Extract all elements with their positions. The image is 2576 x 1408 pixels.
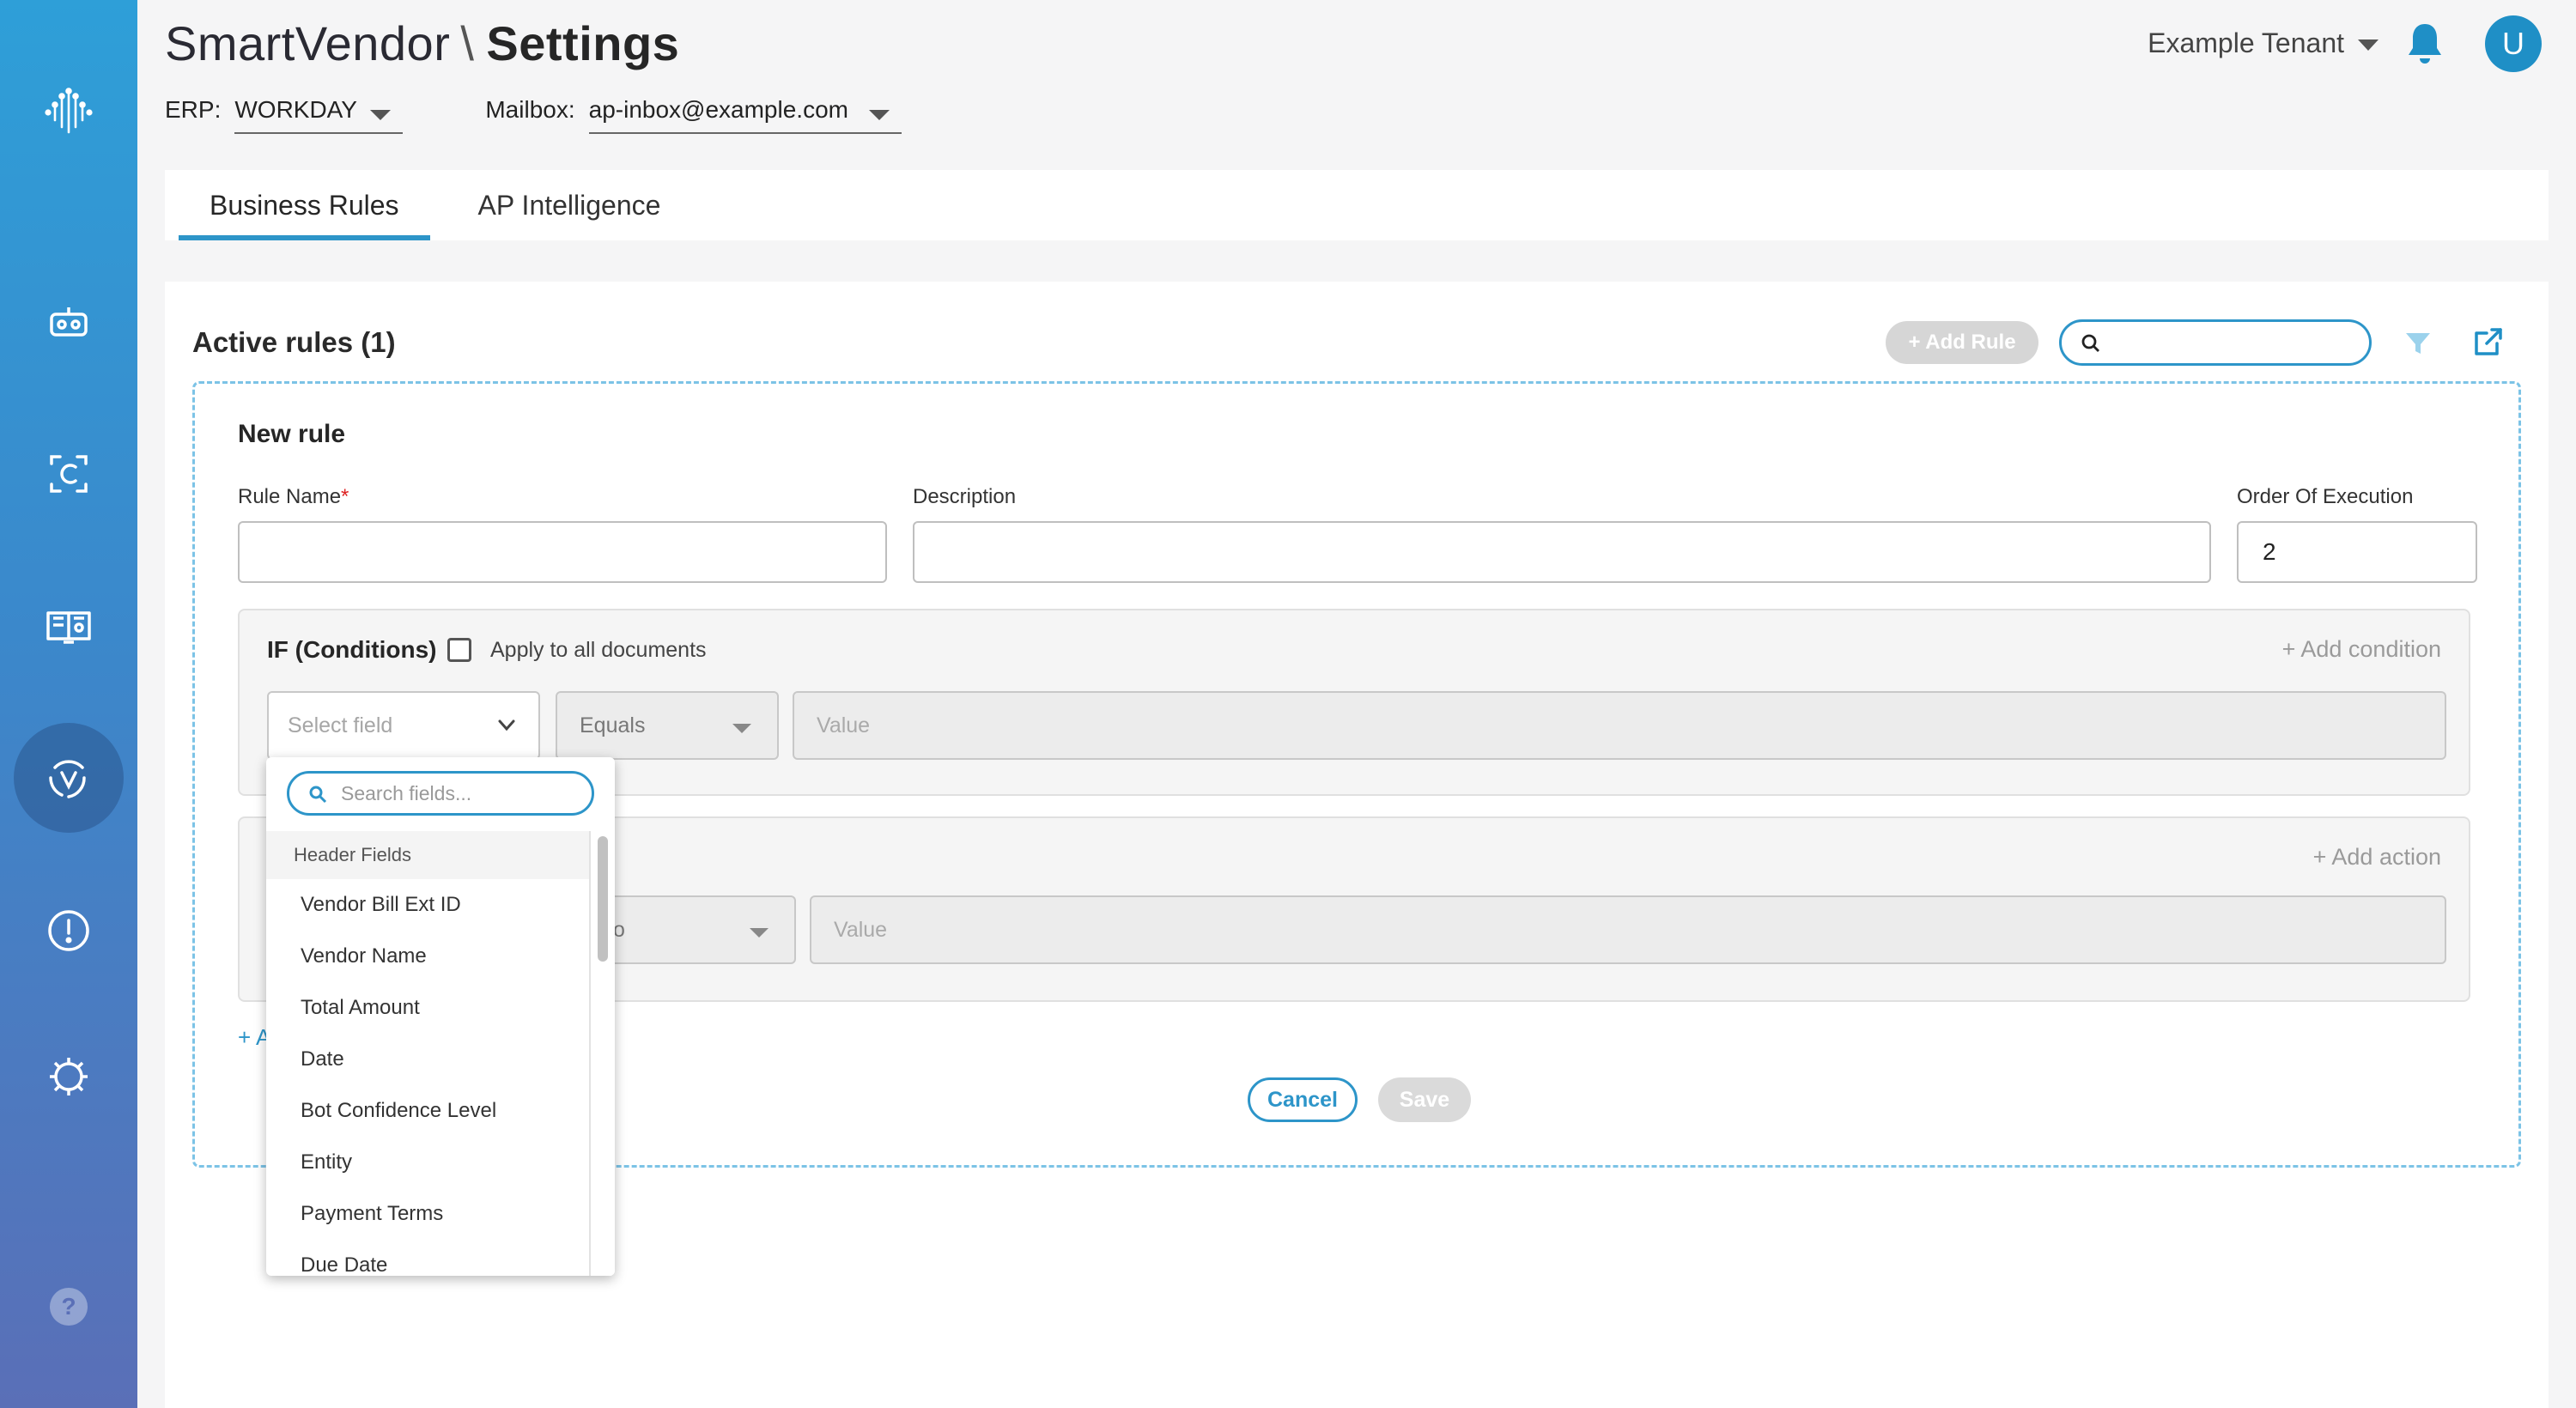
erp-value: WORKDAY: [234, 96, 357, 123]
field-option-vendor-name[interactable]: Vendor Name: [266, 931, 589, 982]
erp-select[interactable]: WORKDAY: [234, 96, 404, 134]
chevron-down-icon: [498, 719, 515, 731]
field-search-input[interactable]: Search fields...: [287, 771, 594, 816]
rule-name-label: Rule Name*: [238, 485, 349, 509]
help-icon[interactable]: ?: [48, 1286, 89, 1327]
tab-ap-intelligence[interactable]: AP Intelligence: [447, 170, 692, 240]
mailbox-value: ap-inbox@example.com: [588, 96, 848, 123]
add-action-link[interactable]: + Add action: [2313, 844, 2441, 871]
dropdown-scrollbar-thumb[interactable]: [598, 836, 608, 962]
gear-icon[interactable]: [14, 1022, 124, 1132]
select-field-dropdown[interactable]: Select field: [267, 691, 540, 760]
app-name: SmartVendor: [165, 16, 451, 70]
erp-label: ERP:: [165, 96, 222, 123]
svg-text:?: ?: [61, 1293, 76, 1320]
order-label: Order Of Execution: [2237, 485, 2414, 508]
action-value-placeholder: Value: [834, 917, 888, 942]
rules-search-input[interactable]: [2059, 319, 2372, 366]
search-icon: [309, 786, 327, 804]
chevron-down-icon: [732, 724, 751, 733]
required-mark: *: [341, 485, 349, 508]
rule-name-input[interactable]: [238, 521, 887, 583]
field-dropdown-menu: Search fields... Header Fields Vendor Bi…: [266, 757, 615, 1276]
sidebar: ?: [0, 0, 137, 1408]
operator-select[interactable]: Equals: [556, 691, 779, 760]
apply-all-checkbox[interactable]: [447, 638, 471, 662]
value-placeholder: Value: [817, 713, 871, 737]
add-rule-button[interactable]: + Add Rule: [1886, 321, 2038, 364]
avatar[interactable]: U: [2485, 15, 2542, 72]
c-frame-icon[interactable]: [14, 419, 124, 529]
mailbox-label: Mailbox:: [485, 96, 575, 123]
chevron-down-icon: [370, 110, 392, 120]
dropdown-group-header: Header Fields: [266, 831, 589, 879]
chevron-down-icon: [750, 928, 769, 938]
alert-circle-icon[interactable]: [14, 876, 124, 986]
condition-value-input[interactable]: Value: [793, 691, 2446, 760]
bell-icon[interactable]: [2404, 21, 2445, 65]
field-search-placeholder: Search fields...: [341, 781, 472, 804]
description-input[interactable]: [913, 521, 2211, 583]
add-condition-link[interactable]: + Add condition: [2282, 636, 2441, 663]
robot-icon[interactable]: [14, 268, 124, 378]
search-icon: [2081, 334, 2099, 352]
v-cycle-icon[interactable]: [14, 723, 124, 833]
tab-business-rules[interactable]: Business Rules: [179, 170, 430, 240]
field-list: Vendor Bill Ext ID Vendor Name Total Amo…: [266, 879, 589, 1276]
chevron-down-icon: [868, 110, 890, 120]
action-value-input[interactable]: Value: [810, 895, 2446, 964]
field-option-payment-terms[interactable]: Payment Terms: [266, 1188, 589, 1240]
description-label: Description: [913, 485, 1017, 508]
field-option-total-amount[interactable]: Total Amount: [266, 982, 589, 1034]
field-option-entity[interactable]: Entity: [266, 1137, 589, 1188]
field-option-date[interactable]: Date: [266, 1034, 589, 1085]
cancel-button[interactable]: Cancel: [1248, 1077, 1358, 1122]
title-separator: \: [460, 16, 475, 70]
save-button[interactable]: Save: [1378, 1077, 1471, 1122]
select-field-placeholder: Select field: [288, 713, 393, 737]
new-rule-title: New rule: [238, 420, 346, 448]
field-option-bot-confidence-level[interactable]: Bot Confidence Level: [266, 1085, 589, 1137]
rule-name-label-text: Rule Name: [238, 485, 342, 508]
chevron-down-icon[interactable]: [2358, 39, 2379, 51]
conditions-title: IF (Conditions): [267, 636, 437, 663]
export-icon[interactable]: [2471, 325, 2506, 359]
header-filters: ERP: WORKDAY Mailbox: ap-inbox@example.c…: [165, 96, 902, 134]
mailbox-select[interactable]: ap-inbox@example.com: [588, 96, 902, 134]
page-title: SmartVendor \ Settings: [165, 15, 679, 71]
settings-tabs: Business Rules AP Intelligence: [165, 170, 2549, 240]
page-name: Settings: [486, 16, 680, 70]
field-option-due-date[interactable]: Due Date: [266, 1240, 589, 1276]
order-input[interactable]: 2: [2237, 521, 2477, 583]
apply-all-label: Apply to all documents: [490, 638, 707, 662]
field-option-vendor-bill-ext-id[interactable]: Vendor Bill Ext ID: [266, 879, 589, 931]
logo-icon[interactable]: [14, 57, 124, 167]
operator-value: Equals: [580, 713, 646, 737]
tenant-select[interactable]: Example Tenant: [2148, 27, 2344, 59]
active-rules-heading: Active rules (1): [192, 326, 396, 358]
book-icon[interactable]: [14, 570, 124, 680]
filter-icon[interactable]: [2403, 328, 2433, 359]
